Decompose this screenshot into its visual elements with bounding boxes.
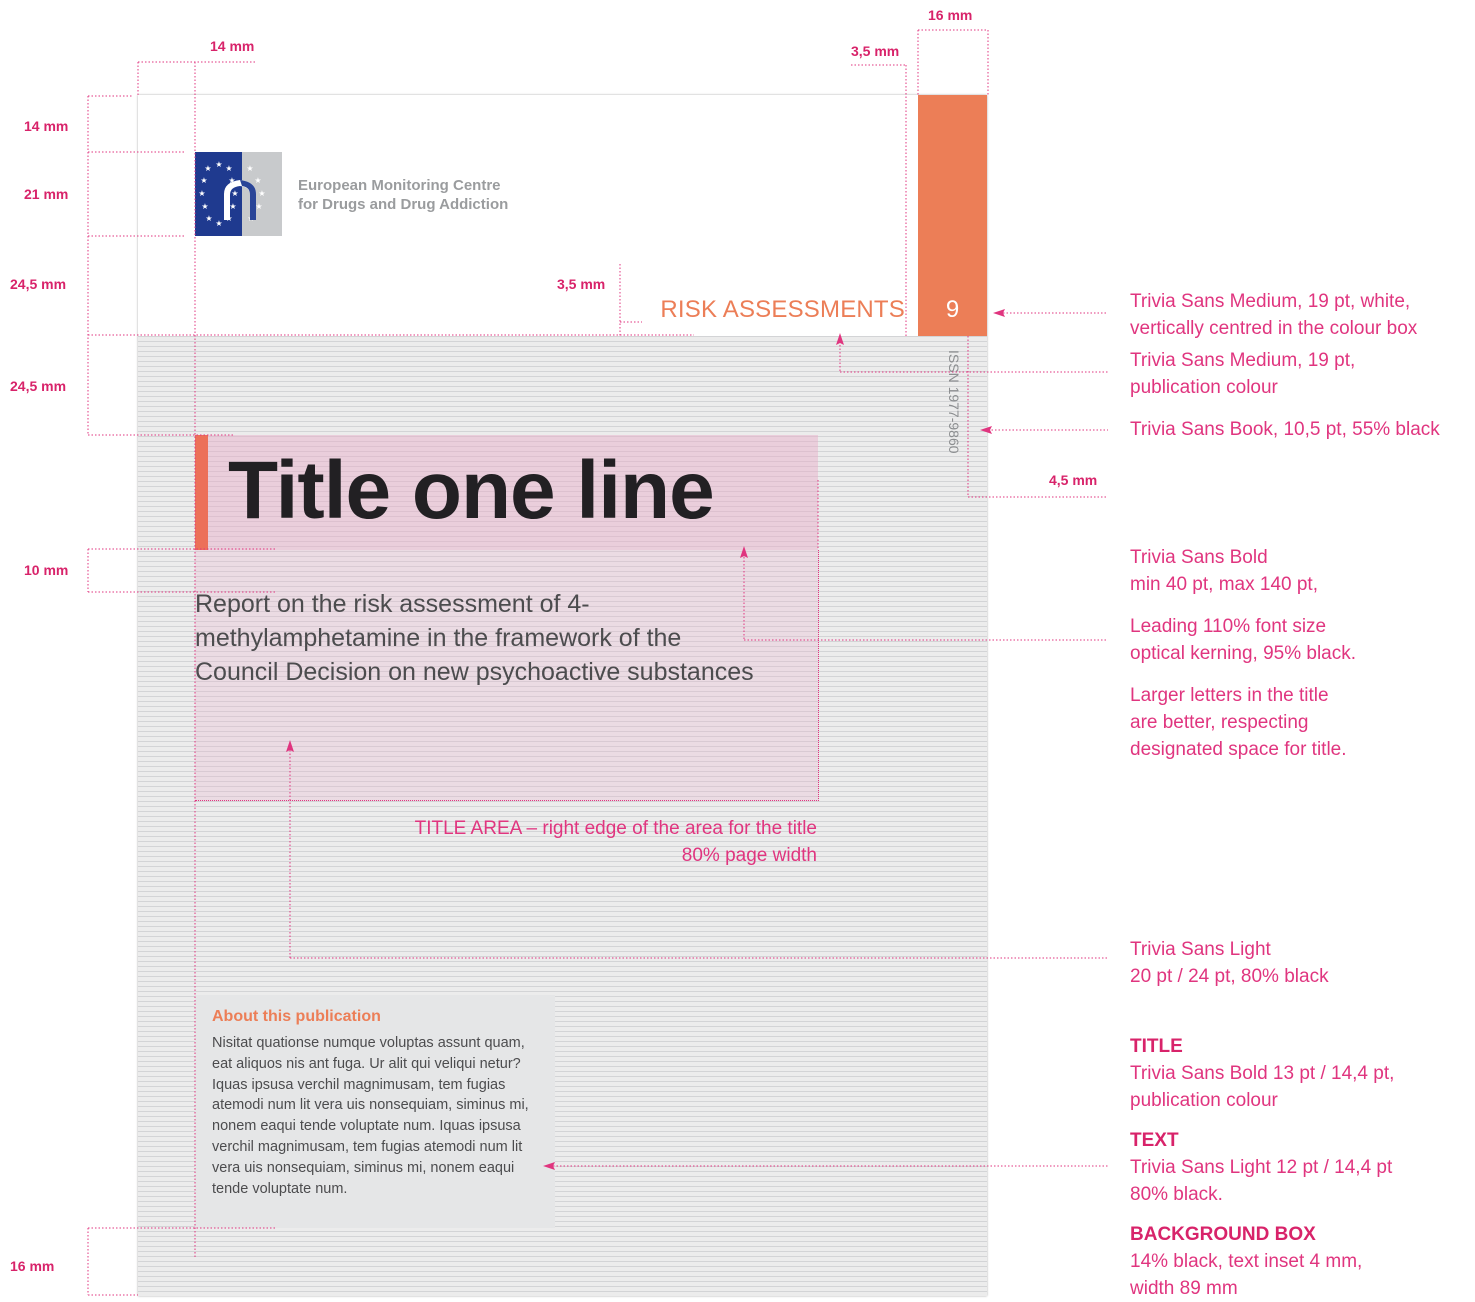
issn-number: ISSN 1977-9860 xyxy=(946,350,962,454)
annotation-line: TITLE AREA – right edge of the area for … xyxy=(414,818,817,839)
series-name: RISK ASSESSMENTS xyxy=(660,296,905,323)
svg-text:★: ★ xyxy=(254,176,261,185)
annotation-heading: TITLE xyxy=(1130,1036,1183,1057)
dim-box-gap: 3,5 mm xyxy=(851,43,900,59)
svg-text:★: ★ xyxy=(258,189,265,198)
annotation-subtitle-spec: Trivia Sans Light 20 pt / 24 pt, 80% bla… xyxy=(1130,936,1329,990)
emcdda-logo-name: European Monitoring Centre for Drugs and… xyxy=(298,176,558,214)
svg-text:★: ★ xyxy=(205,214,212,223)
svg-text:★: ★ xyxy=(204,164,211,173)
svg-text:★: ★ xyxy=(215,160,222,169)
annotation-line: Trivia Sans Medium, 19 pt, white, xyxy=(1130,291,1411,312)
dim-title-space: 24,5 mm xyxy=(10,378,67,394)
annotation-line: Trivia Sans Bold 13 pt / 14,4 pt, xyxy=(1130,1063,1395,1084)
logo-name-line-1: European Monitoring Centre xyxy=(298,177,501,194)
annotation-line: 80% page width xyxy=(681,845,817,866)
annotation-about-spec: TITLE Trivia Sans Bold 13 pt / 14,4 pt, … xyxy=(1130,1034,1394,1302)
annotation-line: Trivia Sans Book, 10,5 pt, 55% black xyxy=(1130,419,1440,440)
logo-name-line-2: for Drugs and Drug Addiction xyxy=(298,196,509,213)
svg-text:★: ★ xyxy=(255,202,262,211)
annotation-line: 14% black, text inset 4 mm, xyxy=(1130,1251,1363,1272)
svg-text:★: ★ xyxy=(229,202,236,211)
annotation-line: 20 pt / 24 pt, 80% black xyxy=(1130,966,1329,987)
annotation-line: Trivia Sans Medium, 19 pt, xyxy=(1130,350,1356,371)
dim-bottom-margin: 16 mm xyxy=(10,1258,55,1274)
annotation-line: 80% black. xyxy=(1130,1184,1223,1205)
about-text: Nisitat quationse numque voluptas assunt… xyxy=(212,1035,529,1197)
annotation-heading: BACKGROUND BOX xyxy=(1130,1224,1316,1245)
annotation-title-spec: Trivia Sans Bold min 40 pt, max 140 pt, … xyxy=(1130,544,1356,763)
annotation-series-spec: Trivia Sans Medium, 19 pt, publication c… xyxy=(1130,347,1355,401)
annotation-title-area: TITLE AREA – right edge of the area for … xyxy=(415,815,817,869)
svg-text:★: ★ xyxy=(198,189,205,198)
annotation-line: Trivia Sans Bold xyxy=(1130,547,1268,568)
svg-text:★: ★ xyxy=(215,219,222,228)
annotation-line: Larger letters in the title xyxy=(1130,685,1329,706)
annotation-line: publication colour xyxy=(1130,377,1278,398)
dim-box-width: 16 mm xyxy=(928,7,973,23)
dim-title-gap: 10 mm xyxy=(24,562,69,578)
about-title: About this publication xyxy=(212,1008,381,1025)
annotation-line: Leading 110% font size xyxy=(1130,616,1327,637)
annotation-line: optical kerning, 95% black. xyxy=(1130,643,1357,664)
cover-subtitle: Report on the risk assessment of 4-methy… xyxy=(195,590,754,686)
dim-top-margin: 14 mm xyxy=(24,118,69,134)
annotation-line: are better, respecting xyxy=(1130,712,1309,733)
annotation-issn-spec: Trivia Sans Book, 10,5 pt, 55% black xyxy=(1130,416,1440,443)
cover-title: Title one line xyxy=(228,445,715,536)
svg-text:★: ★ xyxy=(200,176,207,185)
annotation-heading: TEXT xyxy=(1130,1130,1179,1151)
annotation-line: publication colour xyxy=(1130,1090,1278,1111)
dim-series-gap: 3,5 mm xyxy=(557,276,606,292)
svg-text:★: ★ xyxy=(225,164,232,173)
svg-text:★: ★ xyxy=(231,189,238,198)
title-accent-bar xyxy=(195,435,208,550)
issue-number: 9 xyxy=(945,296,960,323)
annotation-line: vertically centred in the colour box xyxy=(1130,318,1418,339)
annotation-line: min 40 pt, max 140 pt, xyxy=(1130,574,1318,595)
dim-header-space: 24,5 mm xyxy=(10,276,67,292)
dim-issn-offset: 4,5 mm xyxy=(1049,472,1098,488)
annotation-number-spec: Trivia Sans Medium, 19 pt, white, vertic… xyxy=(1130,288,1417,342)
dim-logo-height: 21 mm xyxy=(24,186,69,202)
annotation-line: Trivia Sans Light 12 pt / 14,4 pt xyxy=(1130,1157,1393,1178)
svg-text:★: ★ xyxy=(246,164,253,173)
svg-text:★: ★ xyxy=(201,202,208,211)
annotation-line: Trivia Sans Light xyxy=(1130,939,1271,960)
emcdda-logo-icon: ★★★ ★★★ ★★★ ★★★ ★★★ ★★ xyxy=(198,160,265,228)
annotation-line: designated space for title. xyxy=(1130,739,1347,760)
dim-margin-left: 14 mm xyxy=(210,38,255,54)
